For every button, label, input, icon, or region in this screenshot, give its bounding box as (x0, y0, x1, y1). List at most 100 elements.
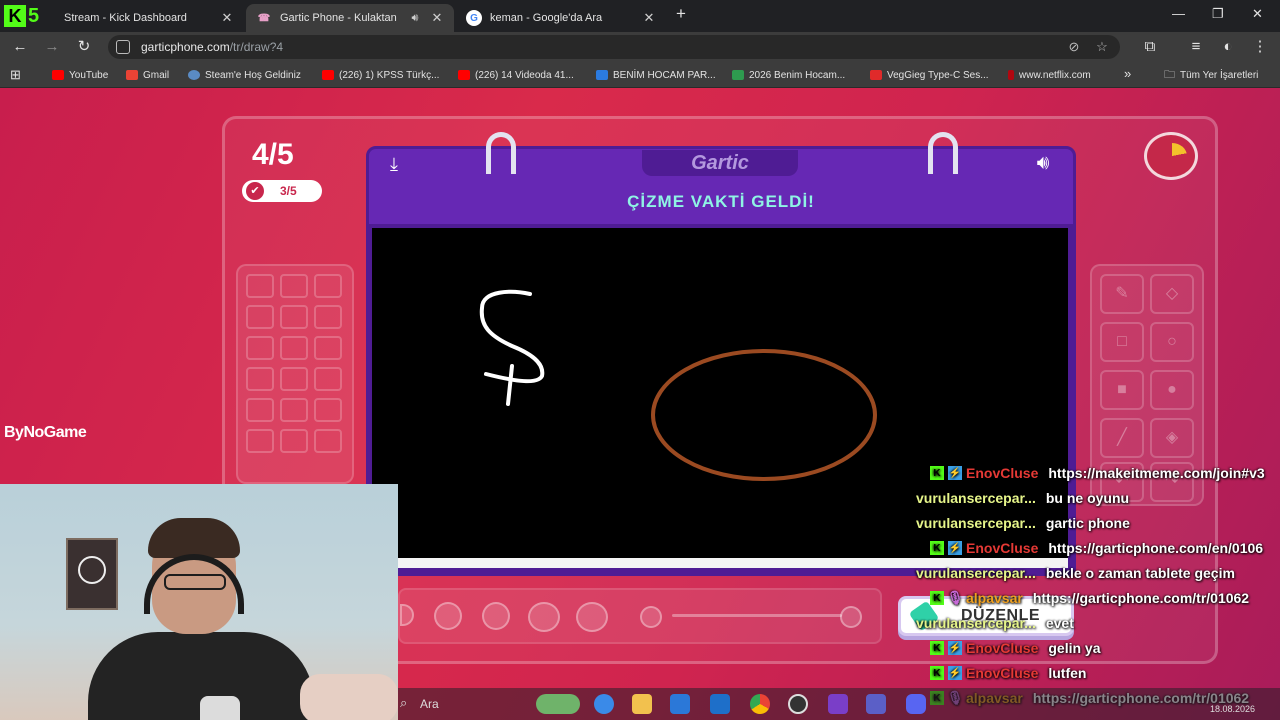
chrome-icon[interactable] (750, 694, 770, 714)
chat-text: gartic phone (1045, 515, 1130, 531)
opacity-slider-max[interactable] (840, 606, 862, 628)
fill-bucket-tool-icon[interactable]: ◈ (1150, 418, 1194, 458)
obs-icon[interactable] (788, 694, 808, 714)
menu-kebab-icon[interactable]: ⋮ (1250, 37, 1270, 57)
bookmark-kpss[interactable]: (226) 1) KPSS Türkç... (322, 67, 439, 83)
ellipse-tool-icon[interactable]: ○ (1150, 322, 1194, 362)
volume-icon[interactable]: 🔊︎ (1028, 152, 1058, 178)
taskbar-search[interactable]: ⌕ Ara (398, 692, 528, 716)
color-swatch[interactable] (314, 398, 342, 422)
audio-playing-icon[interactable]: 🔊︎ (408, 12, 422, 25)
color-swatch[interactable] (280, 274, 308, 298)
file-explorer-icon[interactable] (632, 694, 652, 714)
chat-username[interactable]: vurulansercepar... (916, 565, 1036, 581)
chat-text: bekle o zaman tablete geçim (1045, 565, 1235, 581)
color-swatch[interactable] (314, 274, 342, 298)
bookmark-benim-hocam[interactable]: BENİM HOCAM PAR... (596, 67, 716, 83)
line-tool-icon[interactable]: ╱ (1100, 418, 1144, 458)
store-icon[interactable] (670, 694, 690, 714)
bookmark-2026-benim-hocam[interactable]: 2026 Benim Hocam... (732, 67, 845, 83)
apps-grid-icon[interactable]: ⊞ (10, 67, 21, 83)
microphone (200, 696, 240, 720)
download-icon[interactable]: ⤓ (382, 154, 406, 178)
filled-rectangle-tool-icon[interactable]: ■ (1100, 370, 1144, 410)
new-tab-button[interactable]: + (676, 4, 686, 24)
color-swatch[interactable] (280, 305, 308, 329)
stroke-size-3[interactable] (482, 602, 510, 630)
opacity-slider[interactable] (672, 614, 842, 617)
eraser-tool-icon[interactable]: ◇ (1150, 274, 1194, 314)
chat-username[interactable]: EnovCluse (966, 465, 1038, 481)
discord-icon[interactable] (906, 694, 926, 714)
graduation-cap-icon (596, 70, 608, 80)
color-swatch[interactable] (280, 429, 308, 453)
chat-username[interactable]: vurulansercepar... (916, 515, 1036, 531)
back-button[interactable]: ← (10, 37, 30, 57)
chat-username[interactable]: EnovCluse (966, 665, 1038, 681)
bookmark-videoda[interactable]: (226) 14 Videoda 41... (458, 67, 574, 83)
color-swatch[interactable] (246, 336, 274, 360)
bookmark-gmail[interactable]: Gmail (126, 67, 169, 83)
bookmark-youtube[interactable]: YouTube (52, 67, 108, 83)
stroke-size-5[interactable] (576, 602, 608, 632)
tab-gartic-phone[interactable]: ☎ Gartic Phone - Kulaktan Kul 🔊︎ ✕ (246, 4, 454, 32)
tab-title: Gartic Phone - Kulaktan Kul (280, 12, 400, 24)
media-app-icon[interactable] (828, 694, 848, 714)
outlook-icon[interactable] (710, 694, 730, 714)
chat-message: K🎙︎alpavsar https://garticphone.com/tr/01… (910, 587, 1249, 609)
teams-icon[interactable] (866, 694, 886, 714)
stroke-size-4[interactable] (528, 602, 560, 632)
color-swatch[interactable] (314, 305, 342, 329)
all-bookmarks-folder[interactable]: 🗀︎ Tüm Yer İşaretleri (1164, 67, 1258, 83)
color-swatch[interactable] (314, 367, 342, 391)
color-swatch[interactable] (246, 305, 274, 329)
chat-username[interactable]: vurulansercepar... (916, 615, 1036, 631)
tab-google-search[interactable]: G keman - Google'da Ara ✕ (456, 4, 666, 32)
filled-ellipse-tool-icon[interactable]: ● (1150, 370, 1194, 410)
chat-username[interactable]: alpavsar (966, 590, 1023, 606)
round-counter: 4/5 (252, 138, 294, 171)
pencil-tool-icon[interactable]: ✎ (1100, 274, 1144, 314)
bookmark-steam[interactable]: Steam'e Hoş Geldiniz (188, 67, 301, 83)
color-swatch[interactable] (246, 429, 274, 453)
color-swatch[interactable] (280, 398, 308, 422)
chat-username[interactable]: vurulansercepar... (916, 490, 1036, 506)
chat-username[interactable]: EnovCluse (966, 540, 1038, 556)
wall-poster (66, 538, 118, 610)
color-swatch[interactable] (314, 336, 342, 360)
chat-username[interactable]: EnovCluse (966, 640, 1038, 656)
color-swatch[interactable] (314, 429, 342, 453)
forward-button[interactable]: → (42, 37, 62, 57)
color-swatch[interactable] (246, 398, 274, 422)
profile-avatar[interactable]: ◐ (1218, 37, 1238, 57)
tab-kick-dashboard[interactable]: Stream - Kick Dashboard ✕ (54, 4, 244, 32)
close-tab-icon[interactable]: ✕ (430, 10, 444, 26)
mic-badge-icon: 🎙︎ (946, 590, 964, 605)
widgets-icon[interactable] (536, 694, 580, 714)
close-tab-icon[interactable]: ✕ (220, 10, 234, 26)
extensions-icon[interactable]: ⧉ (1140, 37, 1160, 57)
site-info-icon[interactable] (116, 40, 130, 54)
url-input[interactable]: garticphone.com/tr/draw?4 ⊘ ☆ (108, 35, 1120, 59)
bookmark-trendyol[interactable]: VegGieg Type-C Ses... (870, 67, 989, 83)
restore-icon[interactable]: ❐ (1212, 6, 1224, 22)
windows-taskbar: ⌕ Ara 18.08.2026 (398, 688, 1280, 720)
bookmark-netflix[interactable]: www.netflix.com (1008, 67, 1091, 83)
color-swatch[interactable] (280, 367, 308, 391)
copilot-icon[interactable] (594, 694, 614, 714)
rectangle-tool-icon[interactable]: □ (1100, 322, 1144, 362)
reload-button[interactable]: ↻ (74, 37, 94, 57)
eye-off-icon[interactable]: ⊘ (1066, 39, 1082, 55)
opacity-slider-min[interactable] (640, 606, 662, 628)
color-swatch[interactable] (280, 336, 308, 360)
close-window-icon[interactable]: ✕ (1252, 6, 1263, 22)
close-tab-icon[interactable]: ✕ (642, 10, 656, 26)
color-swatch[interactable] (246, 367, 274, 391)
stroke-size-2[interactable] (434, 602, 462, 630)
color-swatch[interactable] (246, 274, 274, 298)
media-control-icon[interactable]: ≡ (1186, 37, 1206, 57)
bookmarks-overflow-button[interactable]: » (1124, 65, 1131, 81)
bookmark-label: VegGieg Type-C Ses... (887, 69, 989, 81)
bookmark-star-icon[interactable]: ☆ (1094, 39, 1110, 55)
minimize-icon[interactable]: — (1172, 6, 1185, 21)
